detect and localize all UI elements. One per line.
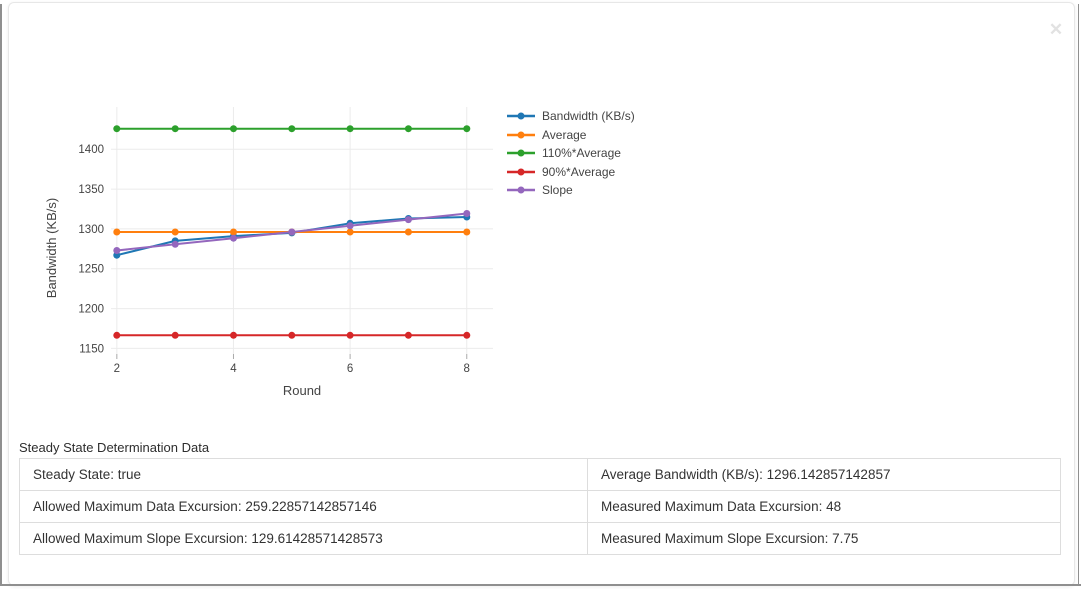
y-tick-label: 1350	[78, 184, 104, 196]
y-tick-label: 1400	[78, 144, 104, 156]
window-border-left	[0, 4, 2, 586]
data-point	[463, 125, 470, 132]
data-point	[288, 125, 295, 132]
y-tick-label: 1250	[78, 264, 104, 276]
legend-label: Bandwidth (KB/s)	[542, 109, 635, 123]
data-point	[405, 125, 412, 132]
legend-label: 110%*Average	[542, 146, 621, 160]
x-tick-label: 6	[347, 363, 353, 375]
data-point	[172, 125, 179, 132]
legend-item[interactable]: Bandwidth (KB/s)	[506, 109, 635, 123]
legend-marker-icon	[506, 185, 536, 195]
legend-item[interactable]: Slope	[506, 183, 635, 197]
table-cell-right: Measured Maximum Slope Excursion: 7.75	[587, 523, 1060, 554]
close-icon[interactable]: ✕	[1045, 19, 1067, 41]
y-tick-label: 1150	[79, 343, 104, 355]
chart-series	[113, 125, 470, 339]
legend-marker-icon	[506, 148, 536, 158]
data-point	[347, 229, 354, 236]
data-point	[347, 222, 354, 229]
table-cell-right: Average Bandwidth (KB/s): 1296.142857142…	[587, 459, 1060, 490]
y-tick-label: 1200	[78, 304, 104, 316]
bandwidth-chart[interactable]: 1150 1200 1250 1300 1350 1400 2 4 6 8 Round Bandw…	[9, 3, 669, 423]
y-axis-title: Bandwidth (KB/s)	[44, 198, 59, 298]
data-point	[172, 332, 179, 339]
legend-label: Average	[542, 128, 586, 142]
chart-canvas: 1150 1200 1250 1300 1350 1400 2 4 6 8 Round Bandw…	[9, 3, 669, 423]
chart-ticks: 1150 1200 1250 1300 1350 1400 2 4 6 8	[78, 144, 470, 375]
y-tick-label: 1300	[78, 224, 104, 236]
table-row: Allowed Maximum Data Excursion: 259.2285…	[20, 490, 1060, 522]
steady-state-table: Steady State: trueAverage Bandwidth (KB/…	[19, 458, 1061, 555]
data-point	[288, 229, 295, 236]
x-tick-label: 2	[114, 363, 120, 375]
x-tick-label: 4	[230, 363, 237, 375]
panel-title: Steady State Determination Data	[19, 440, 209, 455]
x-tick-label: 8	[464, 363, 470, 375]
data-point	[230, 125, 237, 132]
legend-marker-icon	[506, 111, 536, 121]
data-point	[113, 229, 120, 236]
legend-item[interactable]: 110%*Average	[506, 146, 635, 160]
data-point	[230, 229, 237, 236]
window-border-bottom	[0, 584, 1081, 586]
data-point	[347, 332, 354, 339]
app-window: ✕ 1150 1200 1250 1300 1350 1400 2 4 6 8 Round Ban…	[0, 0, 1081, 589]
table-cell-left: Allowed Maximum Data Excursion: 259.2285…	[20, 491, 587, 522]
data-point	[405, 216, 412, 223]
chart-legend: Bandwidth (KB/s) Average 110%*Average 90%*A…	[506, 109, 635, 202]
table-row: Steady State: trueAverage Bandwidth (KB/…	[20, 459, 1060, 490]
data-point	[230, 235, 237, 242]
data-point	[463, 332, 470, 339]
table-row: Allowed Maximum Slope Excursion: 129.614…	[20, 522, 1060, 554]
legend-label: Slope	[542, 183, 573, 197]
data-point	[113, 125, 120, 132]
table-cell-left: Allowed Maximum Slope Excursion: 129.614…	[20, 523, 587, 554]
legend-label: 90%*Average	[542, 165, 615, 179]
table-cell-left: Steady State: true	[20, 459, 587, 490]
window-border-right	[1078, 4, 1079, 586]
data-point	[463, 210, 470, 217]
legend-item[interactable]: 90%*Average	[506, 165, 635, 179]
data-point	[288, 332, 295, 339]
data-point	[172, 229, 179, 236]
data-point	[405, 229, 412, 236]
data-point	[463, 229, 470, 236]
legend-marker-icon	[506, 167, 536, 177]
legend-marker-icon	[506, 130, 536, 140]
data-point	[172, 241, 179, 248]
data-point	[405, 332, 412, 339]
steady-state-modal: ✕ 1150 1200 1250 1300 1350 1400 2 4 6 8 Round Ban…	[8, 2, 1075, 586]
data-point	[113, 332, 120, 339]
data-point	[113, 247, 120, 254]
data-point	[347, 125, 354, 132]
data-point	[230, 332, 237, 339]
legend-item[interactable]: Average	[506, 128, 635, 142]
table-cell-right: Measured Maximum Data Excursion: 48	[587, 491, 1060, 522]
x-axis-title: Round	[283, 383, 321, 398]
